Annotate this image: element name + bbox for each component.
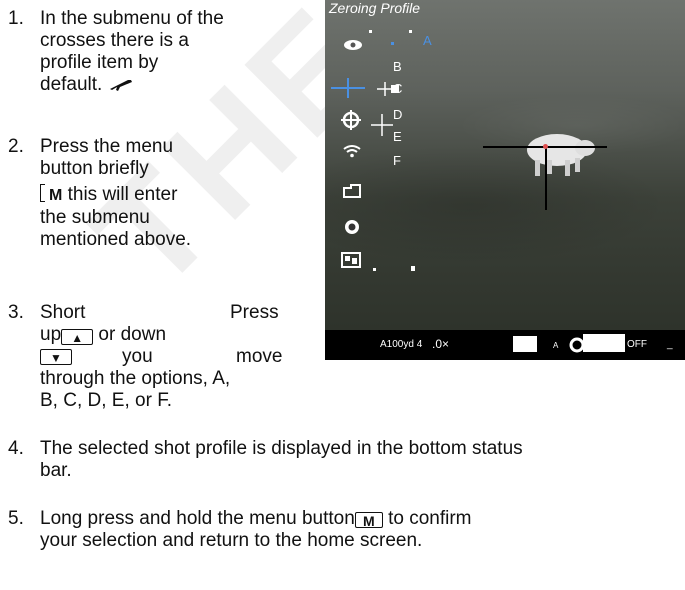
step-text-word: Press	[230, 302, 279, 323]
folder-icon	[343, 184, 361, 202]
step-1: 1. In the submenu of the crosses there i…	[8, 8, 308, 103]
dot	[373, 268, 376, 271]
step-3: 3. Short Press up ▲ or down ▼ you move th…	[8, 302, 308, 432]
step-text-line: crosses there is a	[40, 30, 189, 51]
step-text-line: Long press and hold the menu button	[40, 508, 355, 529]
step-text-word: move	[236, 346, 283, 367]
scope-title: Zeroing Profile	[329, 0, 421, 16]
status-wifi-state: OFF	[627, 339, 647, 350]
step-text-line: mentioned above.	[40, 229, 192, 250]
settings-icon	[341, 252, 361, 272]
crosshair-icon	[331, 78, 365, 102]
step-text-line: button briefly	[40, 158, 149, 179]
rifle-icon	[108, 77, 134, 99]
profile-option-a[interactable]: A	[423, 34, 432, 48]
boar-image	[521, 126, 601, 187]
step-text-line: The selected shot profile is displayed i…	[40, 438, 523, 459]
status-bar: A100yd 4 .0× A OFF _	[325, 330, 685, 360]
dot	[409, 30, 412, 33]
status-profile: A100yd 4	[380, 339, 423, 350]
dot	[411, 266, 415, 271]
step-text-word: Short	[40, 302, 86, 323]
status-zoom: .0×	[432, 337, 450, 351]
profile-option-c[interactable]: C	[393, 82, 402, 96]
step-text-line: your selection and return to the home sc…	[40, 530, 423, 551]
reticle	[545, 146, 547, 210]
status-block	[513, 336, 537, 352]
step-text-line: In the submenu of the	[40, 8, 224, 29]
step-text-line: profile item by	[40, 52, 159, 73]
step-text-word: or down	[98, 324, 167, 345]
profile-option-d[interactable]: D	[393, 108, 402, 122]
step-text-line: through the options, A,	[40, 368, 231, 389]
dot	[369, 30, 372, 33]
status-dash: _	[667, 339, 673, 350]
profile-option-f[interactable]: F	[393, 154, 401, 168]
step-text-line: this will enter	[67, 184, 178, 205]
eye-icon	[343, 38, 363, 56]
step-text-line: the submenu	[40, 207, 150, 228]
dot-blue	[391, 42, 394, 45]
crosshair-small-icon	[371, 114, 393, 140]
step-number: 4.	[8, 438, 24, 459]
reticle-center	[543, 144, 548, 149]
scope-screenshot: Zeroing Profile A B C D E F A100yd 4 .0×…	[325, 0, 685, 360]
target-icon	[341, 110, 361, 134]
step-text-word: you	[122, 346, 153, 367]
status-letter: A	[553, 341, 559, 350]
up-key-icon: ▲	[61, 329, 94, 345]
step-text-line: bar.	[40, 460, 72, 481]
step-text-line: to confirm	[388, 508, 472, 529]
menu-key-icon: M	[40, 184, 62, 207]
status-block	[583, 334, 625, 352]
wifi-icon	[343, 144, 361, 162]
step-text-line: default.	[40, 74, 103, 95]
profile-option-e[interactable]: E	[393, 130, 402, 144]
step-text-line: Press the menu	[40, 136, 174, 157]
step-2: 2. Press the menu button briefly M this …	[8, 136, 308, 256]
step-number: 3.	[8, 302, 24, 323]
refresh-icon	[343, 218, 361, 240]
menu-key-icon: M	[354, 512, 383, 529]
step-text-word: up	[40, 324, 62, 345]
step-number: 2.	[8, 136, 24, 157]
step-number: 5.	[8, 508, 24, 529]
step-text-line: B, C, D, E, or F.	[40, 390, 172, 411]
profile-option-b[interactable]: B	[393, 60, 402, 74]
down-key-icon: ▼	[40, 349, 72, 365]
step-number: 1.	[8, 8, 24, 29]
